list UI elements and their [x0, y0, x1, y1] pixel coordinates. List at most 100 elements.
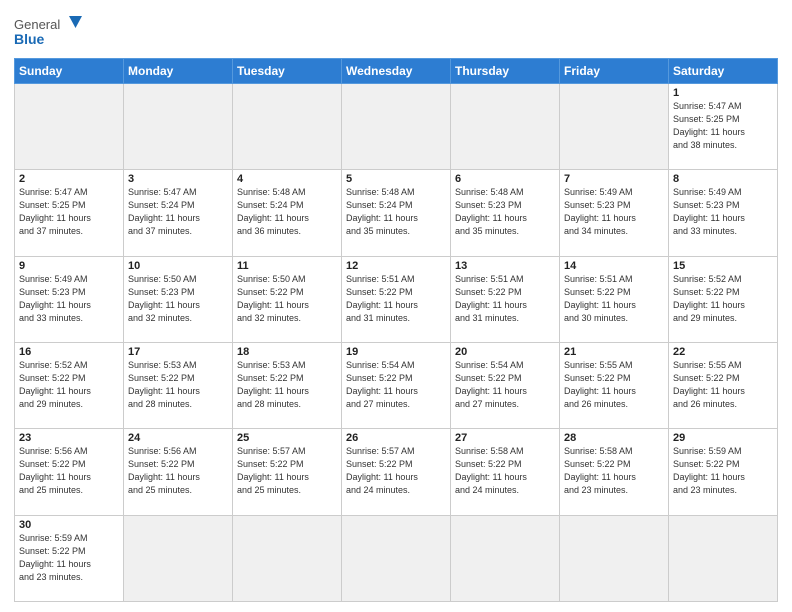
- calendar-cell: 6Sunrise: 5:48 AM Sunset: 5:23 PM Daylig…: [451, 170, 560, 256]
- calendar-cell: 28Sunrise: 5:58 AM Sunset: 5:22 PM Dayli…: [560, 429, 669, 515]
- calendar-cell: 8Sunrise: 5:49 AM Sunset: 5:23 PM Daylig…: [669, 170, 778, 256]
- cell-sun-info: Sunrise: 5:59 AM Sunset: 5:22 PM Dayligh…: [673, 445, 773, 497]
- cell-date-number: 2: [19, 173, 119, 185]
- calendar-cell: [560, 515, 669, 601]
- calendar-cell: [451, 515, 560, 601]
- calendar-cell: 19Sunrise: 5:54 AM Sunset: 5:22 PM Dayli…: [342, 342, 451, 428]
- calendar-cell: [233, 84, 342, 170]
- cell-date-number: 28: [564, 432, 664, 444]
- cell-sun-info: Sunrise: 5:55 AM Sunset: 5:22 PM Dayligh…: [673, 359, 773, 411]
- cell-date-number: 17: [128, 346, 228, 358]
- calendar-table: SundayMondayTuesdayWednesdayThursdayFrid…: [14, 58, 778, 602]
- calendar-cell: 7Sunrise: 5:49 AM Sunset: 5:23 PM Daylig…: [560, 170, 669, 256]
- logo: General Blue: [14, 14, 84, 52]
- generalblue-logo-icon: General Blue: [14, 14, 84, 52]
- calendar-week-row: 2Sunrise: 5:47 AM Sunset: 5:25 PM Daylig…: [15, 170, 778, 256]
- cell-date-number: 10: [128, 260, 228, 272]
- calendar-cell: 15Sunrise: 5:52 AM Sunset: 5:22 PM Dayli…: [669, 256, 778, 342]
- calendar-cell: 10Sunrise: 5:50 AM Sunset: 5:23 PM Dayli…: [124, 256, 233, 342]
- calendar-week-row: 23Sunrise: 5:56 AM Sunset: 5:22 PM Dayli…: [15, 429, 778, 515]
- cell-date-number: 9: [19, 260, 119, 272]
- cell-sun-info: Sunrise: 5:47 AM Sunset: 5:25 PM Dayligh…: [673, 100, 773, 152]
- calendar-cell: 18Sunrise: 5:53 AM Sunset: 5:22 PM Dayli…: [233, 342, 342, 428]
- cell-sun-info: Sunrise: 5:47 AM Sunset: 5:24 PM Dayligh…: [128, 186, 228, 238]
- cell-sun-info: Sunrise: 5:48 AM Sunset: 5:24 PM Dayligh…: [237, 186, 337, 238]
- cell-sun-info: Sunrise: 5:49 AM Sunset: 5:23 PM Dayligh…: [564, 186, 664, 238]
- cell-sun-info: Sunrise: 5:56 AM Sunset: 5:22 PM Dayligh…: [19, 445, 119, 497]
- calendar-week-row: 1Sunrise: 5:47 AM Sunset: 5:25 PM Daylig…: [15, 84, 778, 170]
- cell-date-number: 30: [19, 519, 119, 531]
- cell-date-number: 7: [564, 173, 664, 185]
- header: General Blue: [14, 10, 778, 52]
- calendar-cell: 11Sunrise: 5:50 AM Sunset: 5:22 PM Dayli…: [233, 256, 342, 342]
- calendar-cell: 24Sunrise: 5:56 AM Sunset: 5:22 PM Dayli…: [124, 429, 233, 515]
- calendar-cell: [669, 515, 778, 601]
- cell-date-number: 29: [673, 432, 773, 444]
- cell-date-number: 23: [19, 432, 119, 444]
- cell-date-number: 21: [564, 346, 664, 358]
- cell-sun-info: Sunrise: 5:52 AM Sunset: 5:22 PM Dayligh…: [673, 273, 773, 325]
- cell-date-number: 18: [237, 346, 337, 358]
- cell-sun-info: Sunrise: 5:58 AM Sunset: 5:22 PM Dayligh…: [564, 445, 664, 497]
- cell-sun-info: Sunrise: 5:57 AM Sunset: 5:22 PM Dayligh…: [237, 445, 337, 497]
- calendar-cell: 5Sunrise: 5:48 AM Sunset: 5:24 PM Daylig…: [342, 170, 451, 256]
- weekday-header-saturday: Saturday: [669, 59, 778, 84]
- cell-date-number: 24: [128, 432, 228, 444]
- cell-date-number: 14: [564, 260, 664, 272]
- weekday-header-tuesday: Tuesday: [233, 59, 342, 84]
- cell-sun-info: Sunrise: 5:49 AM Sunset: 5:23 PM Dayligh…: [673, 186, 773, 238]
- calendar-cell: 25Sunrise: 5:57 AM Sunset: 5:22 PM Dayli…: [233, 429, 342, 515]
- calendar-cell: 29Sunrise: 5:59 AM Sunset: 5:22 PM Dayli…: [669, 429, 778, 515]
- cell-date-number: 12: [346, 260, 446, 272]
- cell-date-number: 16: [19, 346, 119, 358]
- calendar-cell: 12Sunrise: 5:51 AM Sunset: 5:22 PM Dayli…: [342, 256, 451, 342]
- svg-text:Blue: Blue: [14, 31, 45, 47]
- cell-date-number: 19: [346, 346, 446, 358]
- cell-sun-info: Sunrise: 5:50 AM Sunset: 5:22 PM Dayligh…: [237, 273, 337, 325]
- weekday-header-thursday: Thursday: [451, 59, 560, 84]
- cell-sun-info: Sunrise: 5:51 AM Sunset: 5:22 PM Dayligh…: [455, 273, 555, 325]
- cell-sun-info: Sunrise: 5:54 AM Sunset: 5:22 PM Dayligh…: [455, 359, 555, 411]
- cell-date-number: 5: [346, 173, 446, 185]
- calendar-cell: 26Sunrise: 5:57 AM Sunset: 5:22 PM Dayli…: [342, 429, 451, 515]
- cell-date-number: 6: [455, 173, 555, 185]
- cell-date-number: 13: [455, 260, 555, 272]
- cell-sun-info: Sunrise: 5:54 AM Sunset: 5:22 PM Dayligh…: [346, 359, 446, 411]
- cell-sun-info: Sunrise: 5:52 AM Sunset: 5:22 PM Dayligh…: [19, 359, 119, 411]
- cell-date-number: 15: [673, 260, 773, 272]
- cell-sun-info: Sunrise: 5:56 AM Sunset: 5:22 PM Dayligh…: [128, 445, 228, 497]
- cell-sun-info: Sunrise: 5:47 AM Sunset: 5:25 PM Dayligh…: [19, 186, 119, 238]
- cell-sun-info: Sunrise: 5:49 AM Sunset: 5:23 PM Dayligh…: [19, 273, 119, 325]
- calendar-cell: 17Sunrise: 5:53 AM Sunset: 5:22 PM Dayli…: [124, 342, 233, 428]
- cell-sun-info: Sunrise: 5:51 AM Sunset: 5:22 PM Dayligh…: [346, 273, 446, 325]
- calendar-cell: 9Sunrise: 5:49 AM Sunset: 5:23 PM Daylig…: [15, 256, 124, 342]
- cell-sun-info: Sunrise: 5:53 AM Sunset: 5:22 PM Dayligh…: [237, 359, 337, 411]
- weekday-header-friday: Friday: [560, 59, 669, 84]
- calendar-cell: 2Sunrise: 5:47 AM Sunset: 5:25 PM Daylig…: [15, 170, 124, 256]
- cell-date-number: 11: [237, 260, 337, 272]
- calendar-cell: 16Sunrise: 5:52 AM Sunset: 5:22 PM Dayli…: [15, 342, 124, 428]
- calendar-cell: 13Sunrise: 5:51 AM Sunset: 5:22 PM Dayli…: [451, 256, 560, 342]
- calendar-cell: 20Sunrise: 5:54 AM Sunset: 5:22 PM Dayli…: [451, 342, 560, 428]
- calendar-cell: [451, 84, 560, 170]
- cell-sun-info: Sunrise: 5:53 AM Sunset: 5:22 PM Dayligh…: [128, 359, 228, 411]
- cell-date-number: 4: [237, 173, 337, 185]
- calendar-cell: 30Sunrise: 5:59 AM Sunset: 5:22 PM Dayli…: [15, 515, 124, 601]
- svg-text:General: General: [14, 17, 60, 32]
- weekday-header-sunday: Sunday: [15, 59, 124, 84]
- calendar-week-row: 9Sunrise: 5:49 AM Sunset: 5:23 PM Daylig…: [15, 256, 778, 342]
- cell-date-number: 3: [128, 173, 228, 185]
- calendar-cell: [15, 84, 124, 170]
- weekday-header-wednesday: Wednesday: [342, 59, 451, 84]
- calendar-cell: [560, 84, 669, 170]
- cell-sun-info: Sunrise: 5:58 AM Sunset: 5:22 PM Dayligh…: [455, 445, 555, 497]
- weekday-header-row: SundayMondayTuesdayWednesdayThursdayFrid…: [15, 59, 778, 84]
- cell-sun-info: Sunrise: 5:48 AM Sunset: 5:23 PM Dayligh…: [455, 186, 555, 238]
- calendar-cell: 3Sunrise: 5:47 AM Sunset: 5:24 PM Daylig…: [124, 170, 233, 256]
- calendar-cell: 27Sunrise: 5:58 AM Sunset: 5:22 PM Dayli…: [451, 429, 560, 515]
- cell-sun-info: Sunrise: 5:50 AM Sunset: 5:23 PM Dayligh…: [128, 273, 228, 325]
- calendar-cell: 1Sunrise: 5:47 AM Sunset: 5:25 PM Daylig…: [669, 84, 778, 170]
- calendar-cell: [233, 515, 342, 601]
- calendar-cell: 21Sunrise: 5:55 AM Sunset: 5:22 PM Dayli…: [560, 342, 669, 428]
- cell-date-number: 22: [673, 346, 773, 358]
